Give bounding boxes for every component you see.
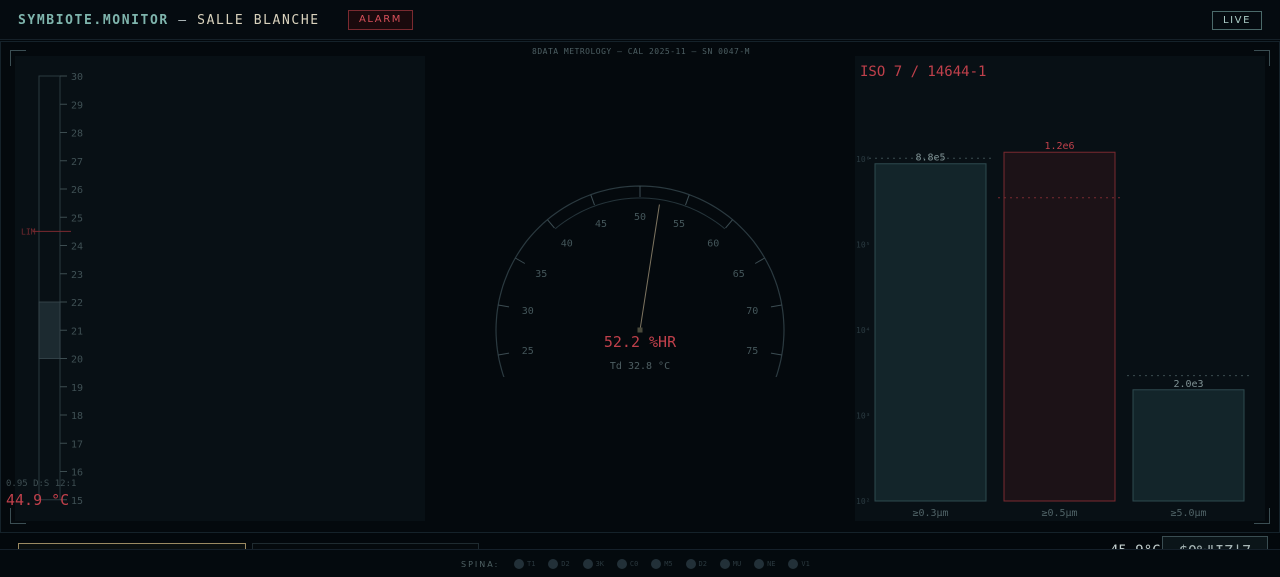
hygrometer-tick <box>590 194 595 206</box>
humidity-reading: 52.2 %HR <box>603 333 677 351</box>
spina-status-icon <box>651 559 662 569</box>
thermometer-tick-label: 26 <box>71 185 83 196</box>
particle-bar <box>1132 389 1245 502</box>
thermometer-gauge: 30 29 28 27 26 25 24 23 22 21 20 19 18 17 16 15 LIM <box>21 72 83 507</box>
particle-axis-tick: 10⁶ <box>856 155 870 164</box>
spina-node-code: D2 <box>698 560 707 568</box>
live-badge[interactable]: LIVE <box>1212 11 1262 30</box>
hygrometer-tick <box>498 304 510 308</box>
spina-node-code: T1 <box>527 560 536 568</box>
hygrometer-tick <box>498 352 510 356</box>
hygrometer-tick <box>754 257 765 264</box>
spina-node-code: NE <box>767 560 776 568</box>
thermometer-tick-label: 25 <box>71 213 83 224</box>
particle-value-label: 1.2e6 <box>1044 141 1074 152</box>
spina-status-icon <box>514 559 524 569</box>
particle-category-label: ≥0.3µm <box>912 508 948 519</box>
thermometer-tick-label: 21 <box>71 326 83 337</box>
hygrometer-tick-label: 55 <box>673 219 685 230</box>
spina-node-code: 3K <box>595 560 605 568</box>
top-bar: SYMBIOTE.MONITOR — SALLE BLANCHE ALARM L… <box>0 0 1280 40</box>
thermometer-tick-label: 16 <box>71 468 83 479</box>
thermometer-tick-label: 27 <box>71 157 83 168</box>
spina-status-icon <box>719 559 730 569</box>
thermometer-reading: 44.9 °C <box>6 491 70 509</box>
hygrometer-tick <box>547 219 555 229</box>
title-separator: — <box>178 13 188 28</box>
particle-axis-tick: 10² <box>856 497 870 506</box>
spina-node-code: D2 <box>561 560 570 568</box>
iso-class-title: ISO 7 / 14644-1 <box>860 64 987 80</box>
room-name: SALLE BLANCHE <box>197 13 320 28</box>
hygrometer-pivot <box>637 327 643 333</box>
hygrometer-tick-label: 75 <box>746 346 758 357</box>
spina-label: SPINA: <box>461 560 500 569</box>
particle-value-label: 2.0e3 <box>1173 379 1203 390</box>
particle-category-label: ≥5.0µm <box>1170 508 1206 519</box>
hygrometer-tick-label: 65 <box>733 269 745 280</box>
hygrometer-tick-label: 45 <box>595 219 607 230</box>
spina-status-icon <box>616 559 627 569</box>
thermometer-panel: 30 29 28 27 26 25 24 23 22 21 20 19 18 17 16 15 LIM 0.95… <box>6 56 425 521</box>
thermometer-limit-label: LIM <box>21 227 36 236</box>
dewpoint-reading: Td 32.8 °C <box>609 361 671 372</box>
spina-footer: SPINA: T1 D2 3K C0 M5 D2 MU NE V1 <box>0 549 1280 577</box>
alarm-badge[interactable]: ALARM <box>348 10 413 30</box>
particle-panel: ISO 7 / 14644-1 10⁶ 10⁵ 10⁴ 10³ 10² 8.8e5 ≥0.3… <box>855 56 1265 521</box>
spina-node-code: V1 <box>801 560 810 568</box>
particle-value-label: 8.8e5 <box>915 153 945 164</box>
thermometer-tube <box>38 75 61 501</box>
hygrometer-tick-label: 70 <box>746 306 758 317</box>
hygrometer-tick <box>770 352 782 356</box>
instrument-frame: 8DATA METROLOGY — CAL 2025-11 — SN 0047-… <box>0 41 1280 533</box>
thermometer-tick-label: 24 <box>71 242 83 253</box>
thermometer-tick-label: 29 <box>71 100 83 111</box>
app-title: SYMBIOTE.MONITOR — SALLE BLANCHE <box>18 13 320 28</box>
spina-status-icon <box>685 559 696 569</box>
hygrometer-tick <box>725 219 733 229</box>
thermometer-tick-label: 28 <box>71 129 83 140</box>
thermometer-tick-label: 20 <box>71 355 83 366</box>
spina-status-icon <box>754 559 765 569</box>
particle-category-label: ≥0.5µm <box>1041 508 1077 519</box>
hygrometer-tick-label: 50 <box>634 212 646 223</box>
spina-node-code: M5 <box>664 560 673 568</box>
thermometer-tick-label: 30 <box>71 72 83 83</box>
brand-name: SYMBIOTE.MONITOR <box>18 13 169 28</box>
particle-axis-tick: 10⁵ <box>856 241 870 250</box>
spina-node-code: C0 <box>629 560 639 568</box>
metrology-caption: 8DATA METROLOGY — CAL 2025-11 — SN 0047-… <box>532 47 750 56</box>
spina-status-icon <box>548 559 559 569</box>
particle-bar-chart: 10⁶ 10⁵ 10⁴ 10³ 10² 8.8e5 ≥0.3µm 1.2e6 ≥0.5µm 2.0… <box>856 141 1250 519</box>
thermometer-band <box>38 301 61 359</box>
thermometer-tick-label: 22 <box>71 298 83 309</box>
thermometer-tick-label: 17 <box>71 439 83 450</box>
hygrometer-tick-label: 25 <box>522 346 534 357</box>
hygrometer-tick-label: 35 <box>535 269 547 280</box>
hygrometer-tick-label: 30 <box>522 306 534 317</box>
thermometer-tick-label: 18 <box>71 411 83 422</box>
thermometer-tick-label: 19 <box>71 383 83 394</box>
hygrometer-tick <box>515 257 526 264</box>
thermometer-tick-label: 23 <box>71 270 83 281</box>
thermometer-tick-label: 15 <box>71 496 83 507</box>
hygrometer-tick <box>685 194 690 206</box>
particle-bar <box>874 163 987 502</box>
hygrometer-tick-label: 40 <box>561 239 573 250</box>
spina-status-icon <box>582 559 593 569</box>
hygrometer-tick <box>770 304 782 308</box>
spina-node-code: MU <box>732 560 742 568</box>
particle-axis-tick: 10³ <box>856 412 870 421</box>
thermometer-meta: 0.95 D:S 12:1 <box>6 479 77 489</box>
hygrometer-tick-label: 60 <box>707 239 719 250</box>
particle-axis-tick: 10⁴ <box>856 326 870 335</box>
hygrometer-needle <box>639 204 660 331</box>
spina-status-icon <box>788 559 799 569</box>
particle-bar <box>1003 151 1116 502</box>
